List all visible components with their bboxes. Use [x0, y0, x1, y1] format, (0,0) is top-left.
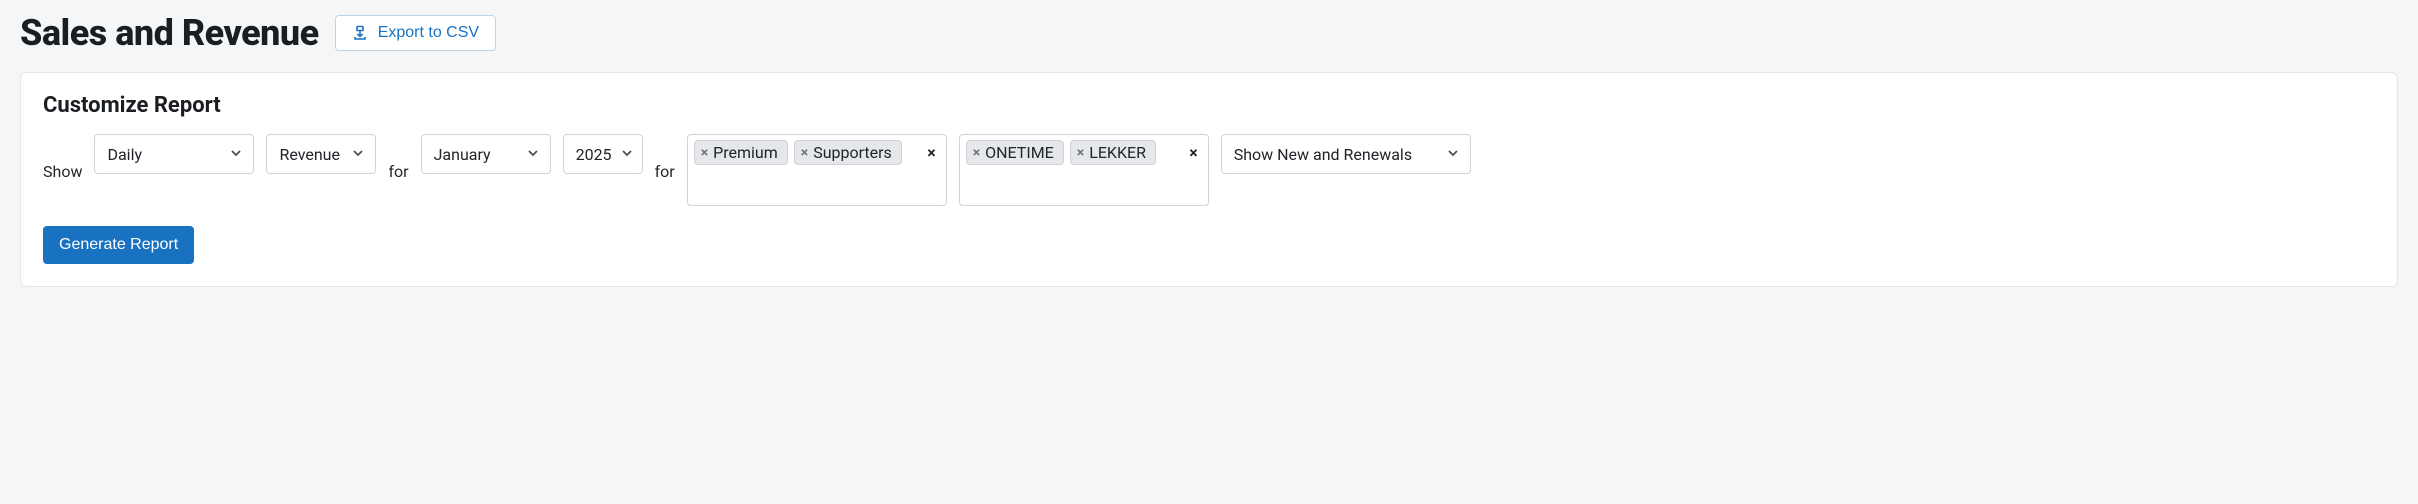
- tag-lekker: × LEKKER: [1070, 140, 1156, 165]
- chevron-down-icon: [1446, 145, 1460, 164]
- tag-premium: × Premium: [694, 140, 788, 165]
- for-label: for: [388, 160, 408, 181]
- export-csv-label: Export to CSV: [378, 24, 479, 42]
- chevron-down-icon: [526, 145, 540, 164]
- month-value: January: [434, 145, 491, 164]
- renewals-select[interactable]: Show New and Renewals: [1221, 134, 1471, 174]
- tag-supporters: × Supporters: [794, 140, 902, 165]
- show-label: Show: [43, 160, 82, 181]
- remove-tag-icon[interactable]: ×: [801, 146, 808, 160]
- remove-tag-icon[interactable]: ×: [1077, 146, 1084, 160]
- month-select[interactable]: January: [421, 134, 551, 174]
- tag-label: LEKKER: [1089, 143, 1146, 162]
- generate-report-button[interactable]: Generate Report: [43, 226, 194, 264]
- tag-label: Supporters: [813, 143, 892, 162]
- customize-report-card: Customize Report Show Daily Revenue for …: [20, 72, 2398, 287]
- frequency-select[interactable]: Daily: [94, 134, 254, 174]
- chevron-down-icon: [620, 145, 634, 164]
- remove-tag-icon[interactable]: ×: [701, 146, 708, 160]
- for-label: for: [655, 160, 675, 181]
- remove-tag-icon[interactable]: ×: [973, 146, 980, 160]
- card-title: Customize Report: [43, 93, 2375, 118]
- download-icon: [352, 25, 368, 41]
- chevron-down-icon: [229, 145, 243, 164]
- clear-all-icon[interactable]: ×: [1189, 145, 1198, 161]
- chevron-down-icon: [351, 145, 365, 164]
- frequency-value: Daily: [107, 145, 142, 164]
- tag-onetime: × ONETIME: [966, 140, 1064, 165]
- renewals-value: Show New and Renewals: [1234, 145, 1412, 164]
- page-title: Sales and Revenue: [20, 12, 319, 54]
- tier-filter-tagbox[interactable]: × Premium × Supporters ×: [687, 134, 947, 206]
- metric-select[interactable]: Revenue: [266, 134, 376, 174]
- clear-all-icon[interactable]: ×: [927, 145, 936, 161]
- tag-label: ONETIME: [985, 143, 1054, 162]
- export-csv-button[interactable]: Export to CSV: [335, 15, 496, 51]
- tag-label: Premium: [713, 143, 778, 162]
- year-select[interactable]: 2025: [563, 134, 643, 174]
- metric-value: Revenue: [279, 145, 340, 164]
- year-value: 2025: [576, 145, 612, 164]
- code-filter-tagbox[interactable]: × ONETIME × LEKKER ×: [959, 134, 1209, 206]
